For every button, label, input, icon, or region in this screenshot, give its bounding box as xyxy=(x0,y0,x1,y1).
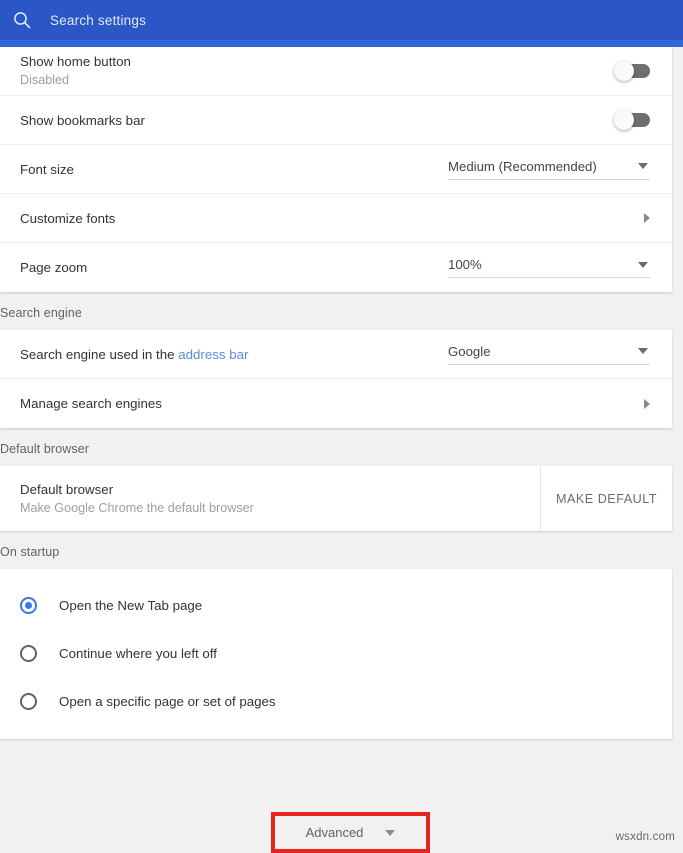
chevron-down-icon xyxy=(638,348,648,354)
radio-label: Open a specific page or set of pages xyxy=(59,694,276,709)
row-page-zoom[interactable]: Page zoom 100% xyxy=(0,243,672,292)
row-label: Manage search engines xyxy=(20,395,644,412)
row-show-home-button[interactable]: Show home button Disabled xyxy=(0,47,672,96)
row-default-browser: Default browser Make Google Chrome the d… xyxy=(0,466,672,531)
radio-icon[interactable] xyxy=(20,645,37,662)
row-label: Page zoom xyxy=(20,259,448,276)
advanced-button[interactable]: Advanced xyxy=(306,825,396,840)
advanced-highlight-box: Advanced xyxy=(271,812,430,853)
search-engine-card: Search engine used in the address bar Go… xyxy=(0,330,672,428)
page-zoom-select[interactable]: 100% xyxy=(448,257,650,278)
row-label: Customize fonts xyxy=(20,210,644,227)
row-sublabel: Make Google Chrome the default browser xyxy=(20,500,540,517)
on-startup-card: Open the New Tab page Continue where you… xyxy=(0,569,672,739)
advanced-label: Advanced xyxy=(306,825,364,840)
toggle-knob xyxy=(614,110,634,130)
chevron-down-icon xyxy=(385,830,395,836)
row-label: Show bookmarks bar xyxy=(20,112,616,129)
watermark: wsxdn.com xyxy=(616,831,675,843)
address-bar-link[interactable]: address bar xyxy=(178,347,248,362)
radio-label: Open the New Tab page xyxy=(59,598,202,613)
default-browser-card: Default browser Make Google Chrome the d… xyxy=(0,466,672,531)
row-sublabel: Disabled xyxy=(20,72,616,89)
row-label: Show home button xyxy=(20,53,616,70)
page-zoom-value: 100% xyxy=(448,257,482,272)
search-icon xyxy=(12,10,32,30)
search-engine-value: Google xyxy=(448,344,491,359)
radio-icon[interactable] xyxy=(20,693,37,710)
chevron-down-icon xyxy=(638,262,648,268)
section-title-on-startup: On startup xyxy=(0,531,672,569)
radio-label: Continue where you left off xyxy=(59,646,217,661)
search-engine-select[interactable]: Google xyxy=(448,344,650,365)
radio-icon-selected[interactable] xyxy=(20,597,37,614)
chevron-down-icon xyxy=(638,163,648,169)
section-title-default-browser: Default browser xyxy=(0,428,672,466)
row-label: Search engine used in the address bar xyxy=(20,346,448,363)
font-size-value: Medium (Recommended) xyxy=(448,159,597,174)
radio-option-new-tab-page[interactable]: Open the New Tab page xyxy=(0,581,672,629)
settings-page: Search settings Show home button Disable… xyxy=(0,0,683,853)
appearance-card: Show home button Disabled Show bookmarks… xyxy=(0,47,672,292)
toggle-knob xyxy=(614,61,634,81)
radio-option-continue-where-left-off[interactable]: Continue where you left off xyxy=(0,629,672,677)
search-input[interactable]: Search settings xyxy=(50,13,146,28)
chevron-right-icon xyxy=(644,213,650,223)
section-title-search-engine: Search engine xyxy=(0,292,672,330)
make-default-button[interactable]: MAKE DEFAULT xyxy=(540,466,672,531)
header-accent-strip xyxy=(0,40,683,47)
row-label: Font size xyxy=(20,161,448,178)
row-font-size[interactable]: Font size Medium (Recommended) xyxy=(0,145,672,194)
row-customize-fonts[interactable]: Customize fonts xyxy=(0,194,672,243)
show-bookmarks-bar-toggle[interactable] xyxy=(616,113,650,127)
search-settings-bar[interactable]: Search settings xyxy=(0,0,683,40)
row-search-engine-used[interactable]: Search engine used in the address bar Go… xyxy=(0,330,672,379)
radio-option-specific-pages[interactable]: Open a specific page or set of pages xyxy=(0,677,672,725)
row-manage-search-engines[interactable]: Manage search engines xyxy=(0,379,672,428)
row-show-bookmarks-bar[interactable]: Show bookmarks bar xyxy=(0,96,672,145)
chevron-right-icon xyxy=(644,399,650,409)
font-size-select[interactable]: Medium (Recommended) xyxy=(448,159,650,180)
show-home-button-toggle[interactable] xyxy=(616,64,650,78)
row-label-text: Search engine used in the xyxy=(20,347,178,362)
row-label: Default browser xyxy=(20,481,540,498)
